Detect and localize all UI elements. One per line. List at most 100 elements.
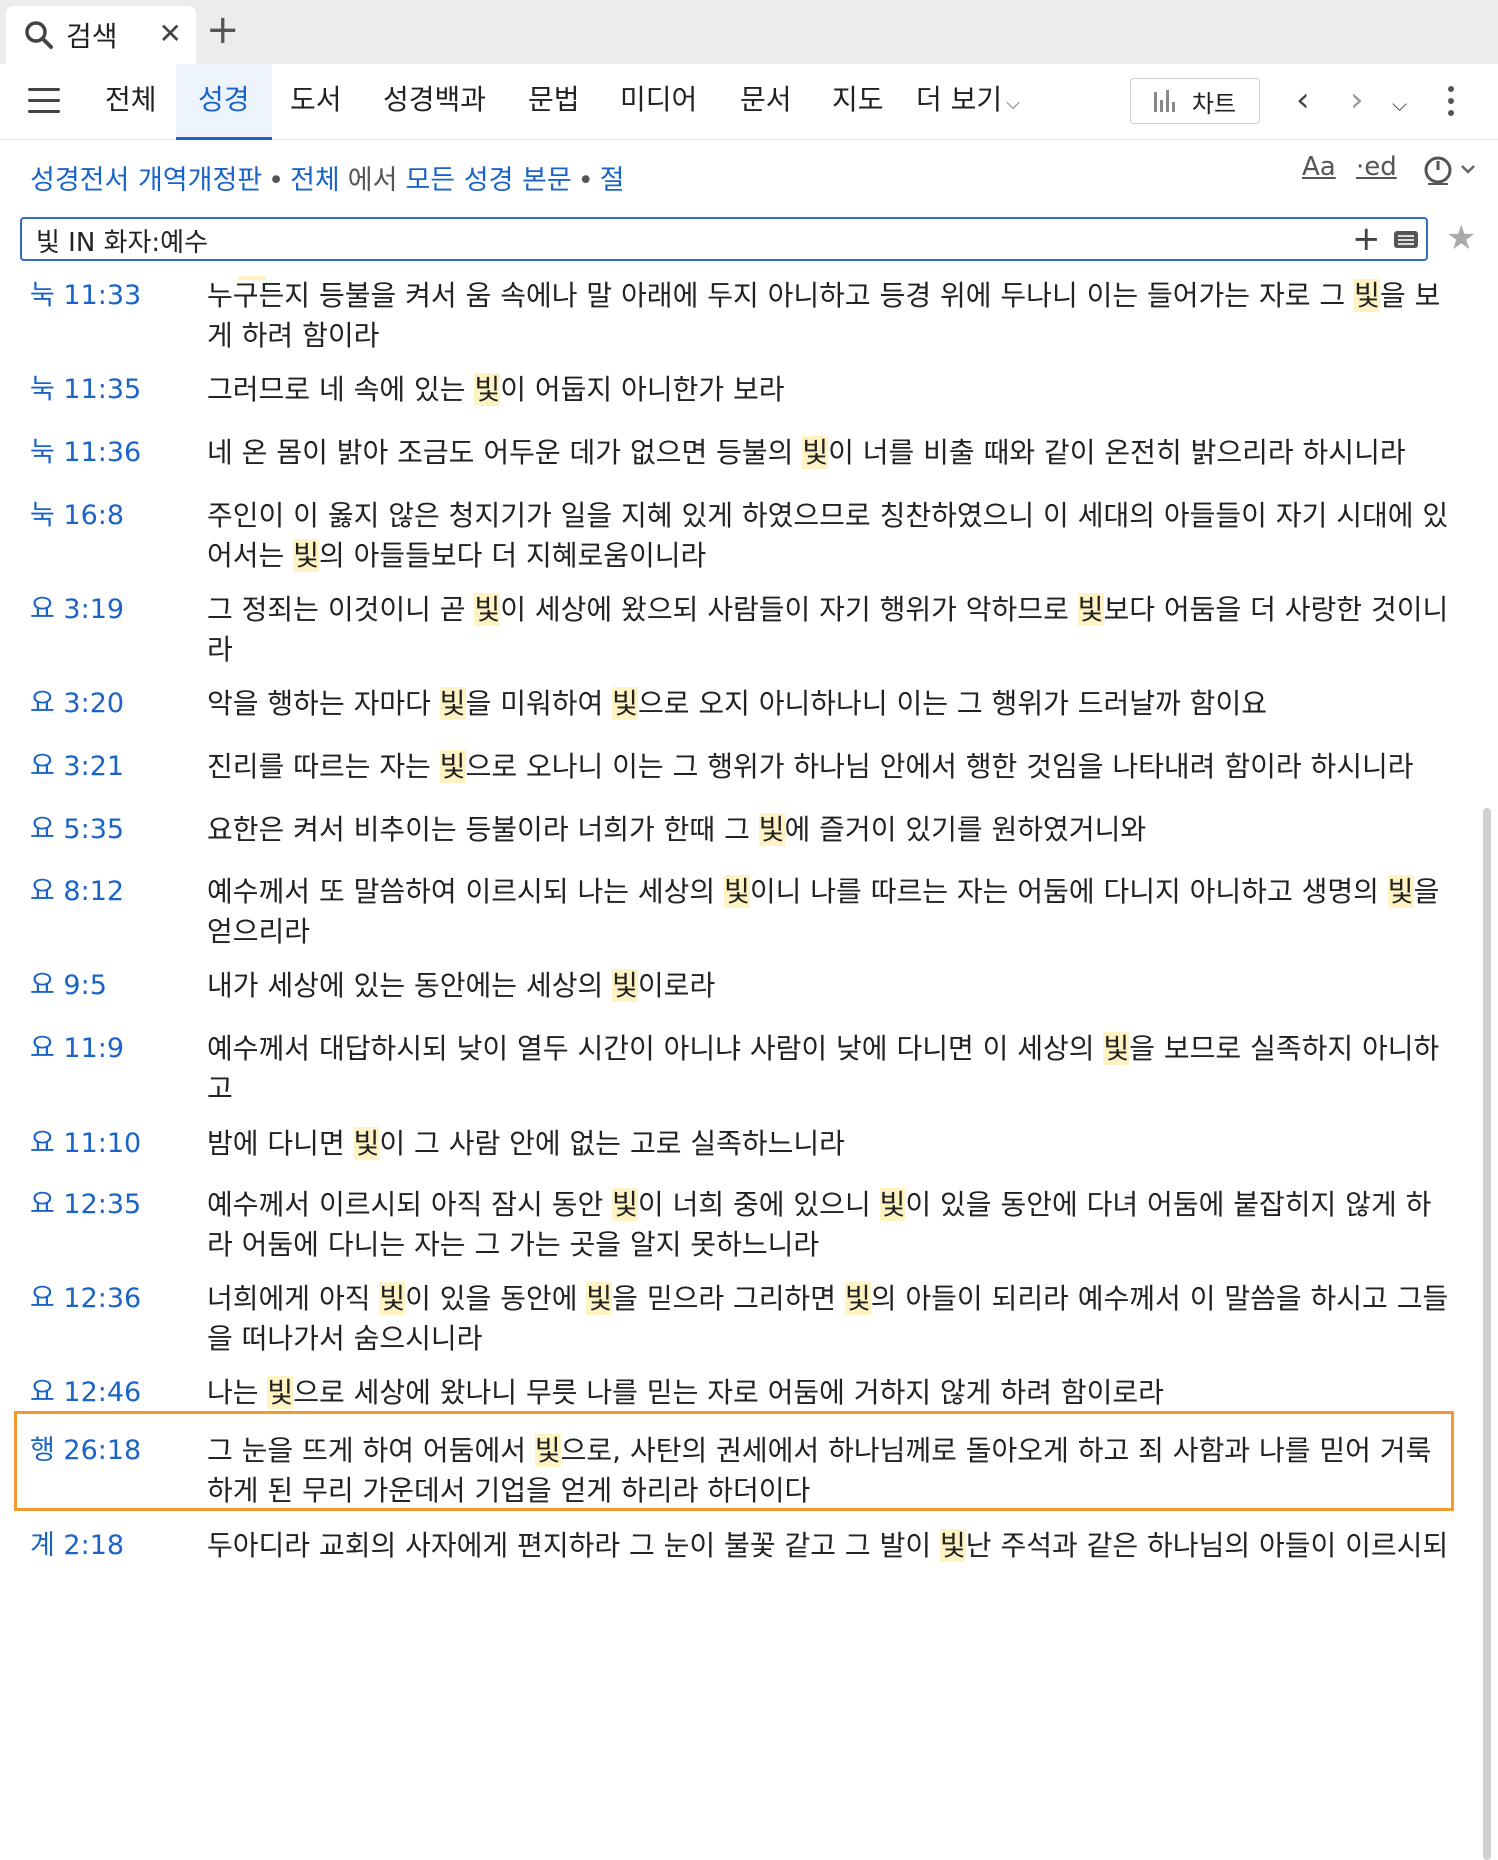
chart-icon: [1153, 90, 1178, 112]
verse-reference-link[interactable]: 요 12:46: [30, 1373, 141, 1413]
verse-reference-link[interactable]: 요 5:35: [30, 810, 124, 850]
verse-text: 악을 행하는 자마다 빛을 미워하여 빛으로 오지 아니하나니 이는 그 행위가…: [207, 687, 1267, 720]
verse-reference-link[interactable]: 요 12:36: [30, 1279, 141, 1319]
favorite-star-icon[interactable]: ★: [1446, 218, 1476, 258]
search-highlight: 빛: [612, 687, 638, 720]
tab-more-label: 더 보기: [916, 83, 1003, 116]
tab-bible-encyclopedia[interactable]: 성경백과: [383, 64, 486, 140]
verse-text: 밤에 다니면 빛이 그 사람 안에 없는 고로 실족하느니라: [207, 1127, 845, 1160]
breadcrumb: 성경전서 개역개정판 • 전체 에서 모든 성경 본문 • 절: [30, 158, 624, 197]
tab-documents[interactable]: 문서: [740, 64, 792, 140]
search-highlight: 빛: [534, 1434, 561, 1467]
search-input[interactable]: [36, 223, 1336, 257]
search-highlight: 빛: [293, 539, 319, 572]
search-highlight: 빛: [612, 1188, 638, 1221]
verse-text: 그러므로 네 속에 있는 빛이 어둡지 아니한가 보라: [207, 373, 785, 406]
tab-maps[interactable]: 지도: [832, 64, 884, 140]
verse-row-selected[interactable]: 행 26:18 그 눈을 뜨게 하여 어둠에서 빛으로, 사탄의 권세에서 하나님…: [14, 1411, 1454, 1511]
keyboard-icon[interactable]: [1394, 231, 1418, 248]
search-highlight: 빛: [379, 1282, 406, 1315]
verse-text: 누구든지 등불을 켜서 움 속에나 말 아래에 두지 아니하고 등경 위에 두나…: [207, 279, 1441, 352]
search-highlight: 빛: [802, 436, 829, 469]
search-highlight: 빛: [879, 1188, 906, 1221]
verse-reference-link[interactable]: 눅 16:8: [30, 496, 124, 536]
verse-reference-link[interactable]: 요 3:21: [30, 747, 124, 787]
search-highlight: 빛: [1103, 1032, 1130, 1065]
verse-reference-link[interactable]: 요 11:9: [30, 1029, 124, 1069]
close-icon[interactable]: ✕: [159, 20, 182, 48]
chevron-down-icon: ⌵: [1006, 93, 1020, 114]
add-icon[interactable]: +: [1352, 219, 1381, 259]
verse-text: 두아디라 교회의 사자에게 편지하라 그 눈이 불꽃 같고 그 발이 빛난 주석…: [207, 1529, 1449, 1562]
breadcrumb-target[interactable]: 모든 성경 본문: [405, 165, 571, 196]
search-highlight: 빛: [940, 1529, 966, 1562]
back-arrow-icon[interactable]: ‹: [1296, 80, 1310, 120]
search-highlight: 빛: [758, 813, 785, 846]
tab-media[interactable]: 미디어: [620, 64, 697, 140]
verse-text: 진리를 따르는 자는 빛으로 오나니 이는 그 행위가 하나님 안에서 행한 것…: [207, 750, 1414, 783]
verse-reference-link[interactable]: 요 9:5: [30, 966, 107, 1006]
tab-books[interactable]: 도서: [290, 64, 342, 140]
chart-button-label: 차트: [1191, 89, 1237, 118]
verse-reference-link[interactable]: 눅 11:35: [30, 370, 141, 410]
bullet-separator: •: [577, 165, 594, 196]
search-highlight: 빛: [267, 1376, 294, 1409]
tab-all[interactable]: 전체: [105, 64, 157, 140]
verse-text: 그 눈을 뜨게 하여 어둠에서 빛으로, 사탄의 권세에서 하나님께로 돌아오게…: [207, 1434, 1432, 1507]
scrollbar[interactable]: [1483, 808, 1491, 1860]
search-highlight: 빛: [724, 875, 750, 908]
tab-label: 검색: [66, 20, 118, 53]
verse-text: 요한은 켜서 비추이는 등불이라 너희가 한때 그 빛에 즐거이 있기를 원하였…: [207, 813, 1147, 846]
timer-icon[interactable]: [1422, 154, 1478, 188]
verse-text: 예수께서 또 말씀하여 이르시되 나는 세상의 빛이니 나를 따르는 자는 어둠…: [207, 875, 1440, 948]
search-highlight: 빛: [1077, 593, 1104, 626]
search-highlight: 빛: [439, 750, 466, 783]
verse-reference-link[interactable]: 요 11:10: [30, 1124, 141, 1164]
results-list: 눅 11:33 누구든지 등불을 켜서 움 속에나 말 아래에 두지 아니하고 등…: [0, 276, 1480, 1860]
verse-text: 예수께서 대답하시되 낮이 열두 시간이 아니냐 사람이 낮에 다니면 이 세상…: [207, 1032, 1440, 1105]
chart-button[interactable]: 차트: [1130, 78, 1260, 124]
tab-bar: 검색 ✕ +: [0, 0, 1498, 64]
verse-reference-link[interactable]: 요 12:35: [30, 1185, 141, 1225]
search-highlight: 빛: [844, 1282, 871, 1315]
tab-grammar[interactable]: 문법: [528, 64, 580, 140]
verse-text: 너희에게 아직 빛이 있을 동안에 빛을 믿으라 그리하면 빛의 아들이 되리라…: [207, 1282, 1449, 1355]
breadcrumb-unit[interactable]: 절: [600, 165, 625, 196]
more-options-icon[interactable]: [1448, 86, 1454, 122]
verse-reference-link[interactable]: 행 26:18: [30, 1431, 141, 1471]
verse-text: 주인이 이 옳지 않은 청지기가 일을 지혜 있게 하였으므로 칭찬하였으니 이…: [207, 499, 1449, 572]
verse-text: 나는 빛으로 세상에 왔나니 무릇 나를 믿는 자로 어둠에 거하지 않게 하려…: [207, 1376, 1164, 1409]
search-highlight: 빛: [612, 969, 638, 1002]
category-nav: 전체 성경 도서 성경백과 문법 미디어 문서 지도 더 보기 ⌵ 차트 ‹ › …: [0, 64, 1498, 140]
verse-reference-link[interactable]: 눅 11:36: [30, 433, 141, 473]
verse-reference-link[interactable]: 요 3:19: [30, 590, 124, 630]
verse-text: 그 정죄는 이것이니 곧 빛이 세상에 왔으되 사람들이 자기 행위가 악하므로…: [207, 593, 1449, 666]
breadcrumb-in-word: 에서: [347, 165, 398, 196]
tab-more[interactable]: 더 보기 ⌵: [916, 64, 1020, 140]
breadcrumb-scope[interactable]: 전체: [290, 165, 340, 196]
verse-reference-link[interactable]: 계 2:18: [30, 1526, 124, 1566]
hamburger-menu-icon[interactable]: [28, 88, 60, 114]
new-tab-button[interactable]: +: [206, 10, 240, 50]
verse-reference-link[interactable]: 눅 11:33: [30, 276, 141, 316]
tab-bible[interactable]: 성경: [176, 64, 272, 140]
forward-arrow-icon[interactable]: ›: [1350, 80, 1364, 120]
search-highlight: 빛: [353, 1127, 380, 1160]
verse-reference-link[interactable]: 요 8:12: [30, 872, 124, 912]
search-highlight: 빛: [474, 593, 501, 626]
search-highlight: 빛: [1387, 875, 1414, 908]
verse-text: 내가 세상에 있는 동안에는 세상의 빛이로라: [207, 969, 716, 1002]
search-highlight: 빛: [474, 373, 501, 406]
verse-text: 예수께서 이르시되 아직 잠시 동안 빛이 너희 중에 있으니 빛이 있을 동안…: [207, 1188, 1432, 1261]
search-highlight: 빛: [1354, 279, 1380, 312]
search-bar: +: [20, 217, 1428, 261]
verse-reference-link[interactable]: 요 3:20: [30, 684, 124, 724]
tab-search[interactable]: 검색 ✕: [6, 6, 196, 64]
search-highlight: 빛: [439, 687, 466, 720]
search-icon: [25, 21, 53, 49]
font-size-button[interactable]: Aa: [1302, 152, 1336, 182]
breadcrumb-resource[interactable]: 성경전서 개역개정판: [30, 165, 262, 196]
edit-button[interactable]: ·ed: [1356, 152, 1397, 182]
history-dropdown-icon[interactable]: ⌵: [1392, 84, 1407, 124]
search-highlight: 빛: [586, 1282, 613, 1315]
